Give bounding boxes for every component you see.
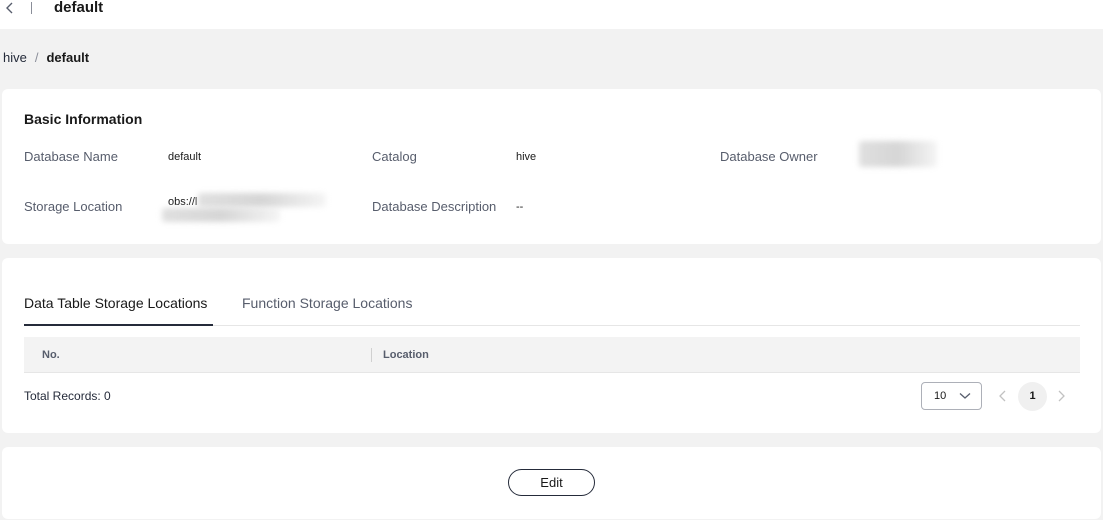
actions-card: Edit bbox=[2, 447, 1101, 519]
storage-location-value: obs://l bbox=[168, 196, 198, 208]
page-size-select[interactable]: 10 bbox=[921, 382, 982, 410]
column-header-no: No. bbox=[42, 349, 60, 361]
storage-location-redacted bbox=[198, 193, 326, 207]
chevron-down-icon bbox=[959, 393, 971, 399]
pagination-next-button[interactable] bbox=[1056, 389, 1066, 407]
tab-data-table-storage-locations[interactable]: Data Table Storage Locations bbox=[24, 295, 207, 311]
chevron-right-icon bbox=[1058, 390, 1065, 402]
pagination-page-current[interactable]: 1 bbox=[1018, 382, 1047, 411]
breadcrumb-link-hive[interactable]: hive bbox=[3, 50, 27, 65]
storage-location-redacted-line-2 bbox=[162, 208, 280, 222]
column-header-location: Location bbox=[383, 349, 429, 361]
database-description-value: -- bbox=[516, 201, 524, 213]
database-name-label: Database Name bbox=[24, 149, 118, 164]
catalog-label: Catalog bbox=[372, 149, 417, 164]
section-title-basic-information: Basic Information bbox=[24, 111, 143, 127]
chevron-left-icon bbox=[6, 2, 13, 14]
edit-button[interactable]: Edit bbox=[508, 469, 595, 496]
storage-location-label: Storage Location bbox=[24, 199, 123, 214]
title-divider bbox=[31, 2, 32, 14]
tab-function-storage-locations[interactable]: Function Storage Locations bbox=[242, 295, 412, 311]
breadcrumb: hive / default bbox=[3, 50, 89, 66]
column-divider bbox=[371, 348, 372, 362]
database-name-value: default bbox=[168, 151, 202, 163]
breadcrumb-current: default bbox=[46, 50, 90, 65]
database-description-label: Database Description bbox=[372, 199, 497, 214]
catalog-value: hive bbox=[516, 151, 537, 163]
total-records: Total Records: 0 bbox=[24, 389, 111, 403]
back-button[interactable] bbox=[3, 1, 17, 15]
storage-locations-card: Data Table Storage Locations Function St… bbox=[2, 258, 1101, 433]
database-owner-label: Database Owner bbox=[720, 149, 818, 164]
breadcrumb-separator: / bbox=[34, 50, 39, 65]
database-owner-value-redacted bbox=[859, 141, 937, 167]
active-tab-indicator bbox=[24, 324, 213, 326]
page-size-value: 10 bbox=[934, 390, 947, 402]
top-bar: default bbox=[0, 0, 1103, 29]
basic-information-card: Basic Information Database Name default … bbox=[2, 89, 1101, 244]
pagination-previous-button[interactable] bbox=[998, 389, 1008, 407]
chevron-left-icon bbox=[999, 390, 1006, 402]
table-header: No. Location bbox=[24, 337, 1080, 373]
storage-locations-tabs: Data Table Storage Locations Function St… bbox=[24, 294, 1080, 326]
page-title: default bbox=[54, 0, 104, 16]
